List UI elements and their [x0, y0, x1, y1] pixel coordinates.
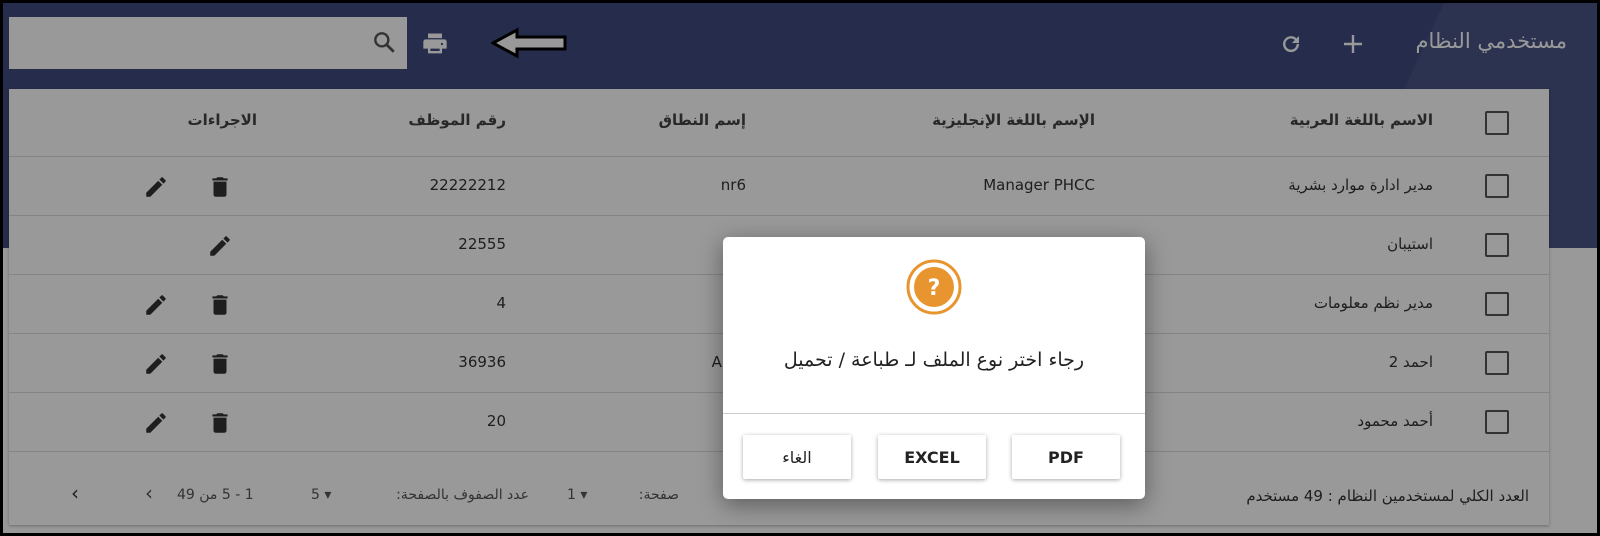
- svg-text:?: ?: [928, 276, 941, 301]
- pdf-button[interactable]: PDF: [1012, 435, 1120, 479]
- dialog-message: رجاء اختر نوع الملف لـ طباعة / تحميل: [783, 349, 1085, 371]
- excel-button[interactable]: EXCEL: [878, 435, 986, 479]
- cancel-button[interactable]: الغاء: [743, 435, 851, 479]
- app-frame: مستخدمي النظام الاسم باللغة العربية الإس…: [3, 3, 1597, 533]
- question-circle-icon: ?: [906, 259, 962, 315]
- file-type-dialog: ? رجاء اختر نوع الملف لـ طباعة / تحميل P…: [723, 237, 1145, 499]
- dialog-divider: [723, 413, 1145, 414]
